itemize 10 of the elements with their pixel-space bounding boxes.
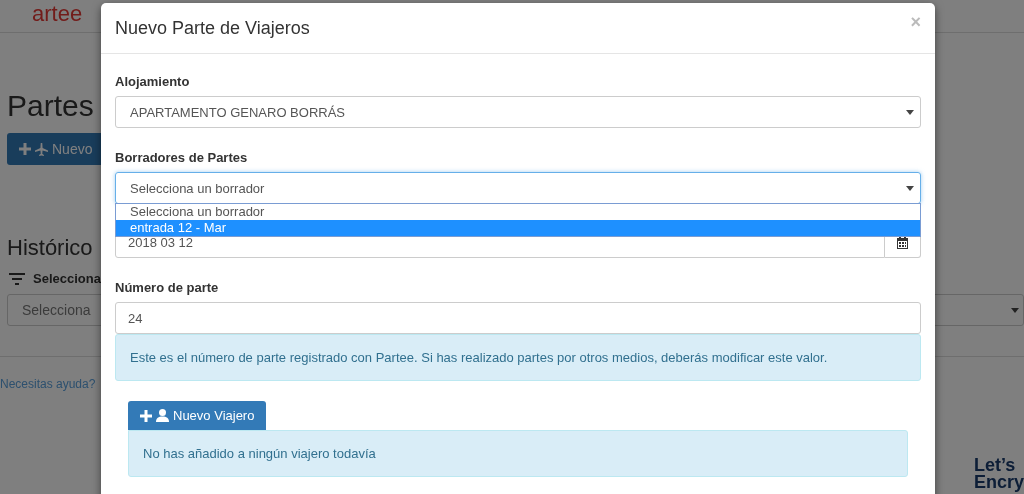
info-message: Este es el número de parte registrado con Partee. Si has realizado partes por otros medios, deberás modificar este valor. <box>115 334 921 381</box>
badge-label: Let’s Encry <box>974 457 1024 491</box>
empty-message: No has añadido a ningún viajero todavía <box>128 430 908 477</box>
modal-title: Nuevo Parte de Viajeros <box>115 17 310 39</box>
filter-label: Selecciona <box>33 271 101 286</box>
field-label: Borradores de Partes <box>115 150 249 165</box>
field-label: Alojamiento <box>115 74 191 89</box>
page-title: Partes <box>7 89 94 123</box>
history-title: Histórico <box>7 235 93 261</box>
field-label: Número de parte <box>115 280 220 295</box>
